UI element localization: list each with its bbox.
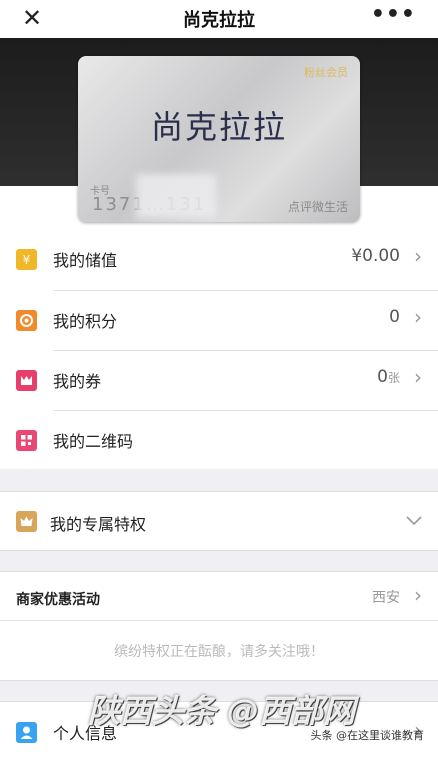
merchant-title: 商家优惠活动: [16, 592, 100, 608]
qr-code-icon: [16, 430, 37, 451]
card-provider: 点评微生活: [287, 200, 348, 214]
menu-item-label: 我的积分: [53, 312, 118, 331]
member-tag: 粉丝会员: [304, 66, 348, 79]
source-credit: 头条 @在这里谈谁教育: [310, 729, 425, 742]
merchant-section: 商家优惠活动 西安 › 缤纷特权正在酝酿，请多关注哦！: [0, 571, 438, 681]
divider: [0, 620, 438, 621]
points-amount: 0: [389, 307, 400, 327]
menu-item-coupons[interactable]: 我的券 0张 ›: [0, 351, 438, 409]
coupon-count: 0张: [377, 367, 400, 387]
stored-value-amount: ¥0.00: [351, 246, 400, 266]
svg-text:¥: ¥: [23, 253, 31, 267]
top-bar: ✕ 尚克拉拉 •••: [0, 0, 438, 38]
chevron-right-icon: ›: [414, 244, 422, 268]
coupon-icon: [16, 370, 37, 391]
menu-item-label: 我的券: [53, 372, 102, 391]
menu-item-points[interactable]: 我的积分 0 ›: [0, 291, 438, 349]
user-icon: [16, 722, 37, 743]
card-brand-name: 尚克拉拉: [150, 108, 287, 146]
privilege-section[interactable]: 我的专属特权: [0, 491, 438, 551]
merchant-city[interactable]: 西安: [372, 587, 400, 607]
points-icon: [16, 310, 37, 331]
coupon-count-value: 0: [377, 367, 388, 387]
membership-card[interactable]: 粉丝会员 尚克拉拉 卡号 1371…131 点评微生活: [78, 56, 360, 222]
menu-item-qr-code[interactable]: 我的二维码: [0, 411, 438, 469]
wallet-icon: ¥: [16, 249, 37, 270]
menu-item-label: 我的储值: [53, 251, 118, 270]
chevron-right-icon: ›: [414, 305, 422, 329]
more-icon[interactable]: •••: [371, 2, 416, 27]
chevron-right-icon: ›: [414, 583, 422, 607]
menu-item-label: 我的二维码: [53, 432, 134, 451]
chevron-down-icon: [406, 516, 422, 526]
coupon-unit: 张: [387, 371, 400, 385]
watermark: 陕西头条 @西部网: [88, 692, 356, 730]
merchant-notice: 缤纷特权正在酝酿，请多关注哦！: [114, 644, 324, 660]
menu-item-stored-value[interactable]: ¥ 我的储值 ¥0.00 ›: [0, 230, 438, 288]
crown-icon: [16, 511, 37, 532]
privilege-label: 我的专属特权: [50, 515, 147, 534]
chevron-right-icon: ›: [414, 365, 422, 389]
card-number-blur: [136, 174, 216, 218]
